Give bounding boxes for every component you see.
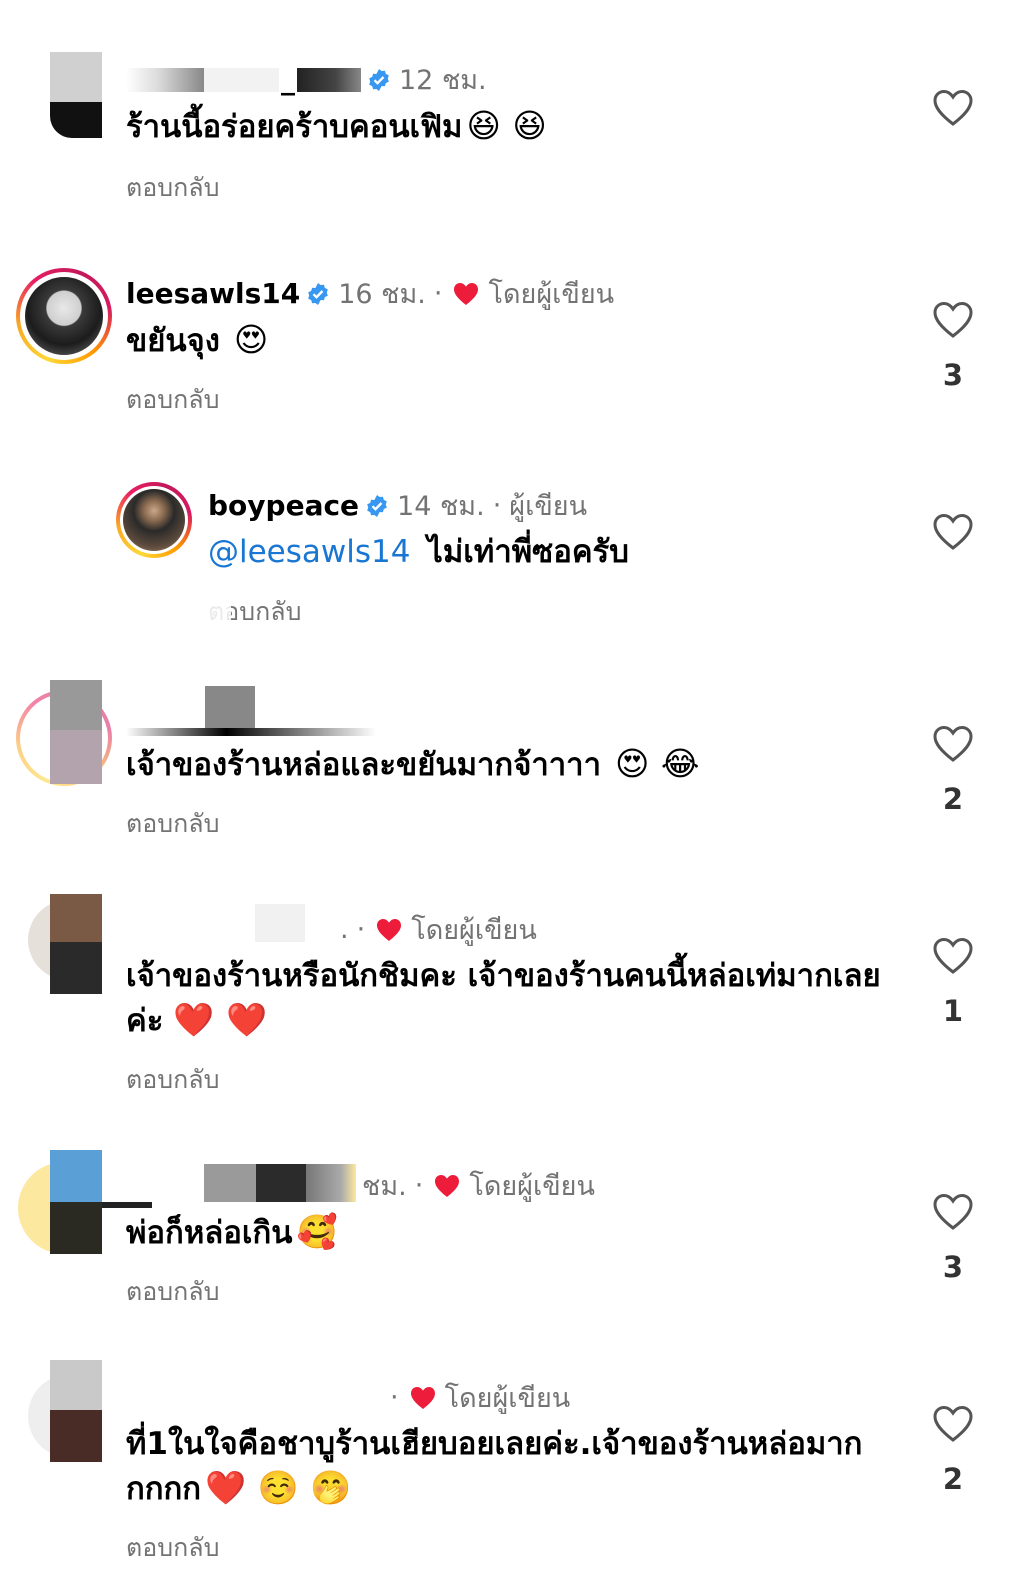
like-count: 2 bbox=[942, 1462, 964, 1496]
comment-meta: leesawls14 16 ชม. · โดยผู้เขียน bbox=[126, 272, 614, 315]
like-count: 2 bbox=[942, 782, 964, 816]
comment-text-line1: ที่1ในใจคือชาบูร้านเฮียบอยเลยค่ะ.เจ้าของ… bbox=[126, 1426, 863, 1462]
comment-time: . bbox=[340, 914, 349, 945]
like-heart-icon[interactable] bbox=[932, 936, 974, 976]
censored-username bbox=[256, 1164, 306, 1202]
username[interactable]: boypeace bbox=[208, 489, 359, 522]
comment-text: @leesawls14 ไม่เท่าพี่ซอครับ bbox=[208, 530, 629, 574]
username[interactable]: _ bbox=[281, 63, 295, 96]
avatar bbox=[25, 277, 103, 355]
comment-text-body: ไม่เท่าพี่ซอครับ bbox=[427, 534, 629, 570]
comment-text: เจ้าของร้านหรือนักชิมคะ เจ้าของร้านคนนี้… bbox=[126, 954, 881, 1043]
author-liked-heart-icon bbox=[454, 282, 479, 305]
censored-username bbox=[306, 1164, 356, 1202]
comment-emojis: 🥰 bbox=[296, 1212, 338, 1251]
verified-icon bbox=[308, 282, 329, 305]
comment-text: พ่อก็หล่อเกิน 🥰 bbox=[126, 1210, 338, 1255]
separator-dot: · bbox=[356, 914, 366, 945]
avatar-story-ring[interactable] bbox=[16, 268, 112, 364]
comment-text: ร้านนี้อร่อยคร้าบคอนเฟิม 😆 😆 bbox=[126, 104, 547, 149]
like-count: 1 bbox=[942, 994, 964, 1028]
author-tag: ผู้เขียน bbox=[509, 491, 588, 522]
censored-avatar bbox=[50, 1360, 102, 1410]
censored-avatar bbox=[50, 730, 102, 784]
like-count: 3 bbox=[942, 1250, 964, 1284]
censored-username bbox=[204, 1164, 256, 1202]
like-count: 3 bbox=[942, 358, 964, 392]
comment-text: ที่1ในใจคือชาบูร้านเฮียบอยเลยค่ะ.เจ้าของ… bbox=[126, 1422, 862, 1511]
censored-region bbox=[205, 590, 231, 620]
censored-username bbox=[126, 67, 204, 92]
author-liked-heart-icon bbox=[435, 1174, 460, 1197]
comment-text-body: ขยันจุง bbox=[126, 323, 220, 359]
reply-button[interactable]: ตอบกลับ bbox=[126, 168, 219, 208]
comment-time: ชม. bbox=[362, 1171, 407, 1202]
censored-username bbox=[204, 67, 279, 92]
like-heart-icon[interactable] bbox=[932, 1192, 974, 1232]
censored-avatar bbox=[50, 102, 102, 138]
comment-time: 12 ชม. bbox=[399, 65, 487, 96]
comment-text: เจ้าของร้านหล่อและขยันมากจ้าาาา 😍 😂 bbox=[126, 742, 699, 787]
comment-emojis: 😆 😆 bbox=[466, 106, 547, 145]
like-heart-icon[interactable] bbox=[932, 1404, 974, 1444]
comment-emojis: 😍 bbox=[233, 320, 269, 359]
verified-icon bbox=[367, 494, 387, 517]
like-heart-icon[interactable] bbox=[932, 300, 974, 340]
censored-avatar bbox=[50, 942, 102, 994]
mention-link[interactable]: @leesawls14 bbox=[208, 534, 410, 570]
comment-meta: ชม. · โดยผู้เขียน bbox=[362, 1164, 595, 1207]
censored-username bbox=[126, 728, 376, 736]
comment-emojis: ❤️ ❤️ bbox=[173, 1000, 268, 1039]
avatar bbox=[123, 489, 185, 551]
comment-text-line2: ค่ะ bbox=[126, 1003, 164, 1039]
censored-avatar bbox=[50, 1202, 102, 1254]
avatar-story-ring[interactable] bbox=[116, 482, 192, 558]
reply-button[interactable]: ตอบกลับ bbox=[126, 1060, 219, 1100]
username[interactable]: leesawls14 bbox=[126, 277, 300, 310]
like-heart-icon[interactable] bbox=[932, 512, 974, 552]
censored-avatar bbox=[50, 894, 102, 942]
author-badge: โดยผู้เขียน bbox=[488, 279, 615, 310]
separator-dot: · bbox=[492, 490, 502, 521]
comment-time: 16 ชม. bbox=[338, 279, 426, 310]
censored-avatar bbox=[50, 1410, 102, 1462]
comment-text-line2: กกกก bbox=[126, 1471, 202, 1507]
comment-emojis: ❤️ ☺️ 🤭 bbox=[205, 1468, 352, 1507]
comment-text-body: พ่อก็หล่อเกิน bbox=[126, 1215, 293, 1251]
comment-time: 14 ชม. bbox=[397, 491, 485, 522]
comment-text-line1: เจ้าของร้านหรือนักชิมคะ เจ้าของร้านคนนี้… bbox=[126, 958, 881, 994]
reply-button[interactable]: ตอบกลับ bbox=[126, 380, 219, 420]
comment-emojis: 😍 😂 bbox=[615, 744, 700, 783]
author-liked-heart-icon bbox=[410, 1386, 435, 1409]
comment-meta: · โดยผู้เขียน bbox=[382, 1376, 570, 1419]
censored-avatar bbox=[50, 52, 102, 102]
comment-meta: boypeace 14 ชม. · ผู้เขียน bbox=[208, 484, 587, 527]
comment-meta: _ 12 ชม. bbox=[126, 58, 487, 101]
censored-username bbox=[297, 67, 361, 92]
verified-icon bbox=[369, 68, 389, 91]
like-heart-icon[interactable] bbox=[932, 724, 974, 764]
censored-username bbox=[102, 1202, 152, 1208]
author-badge: โดยผู้เขียน bbox=[444, 1383, 571, 1414]
author-badge: โดยผู้เขียน bbox=[469, 1171, 595, 1202]
reply-button[interactable]: ตอบกลับ bbox=[126, 1272, 219, 1312]
censored-username bbox=[255, 904, 305, 942]
author-badge: โดยผู้เขียน bbox=[411, 915, 537, 946]
separator-dot: · bbox=[433, 278, 443, 309]
comment-text: ขยันจุง 😍 bbox=[126, 318, 268, 363]
censored-avatar bbox=[50, 680, 102, 730]
separator-dot: · bbox=[414, 1170, 424, 1201]
author-liked-heart-icon bbox=[377, 918, 402, 941]
like-heart-icon[interactable] bbox=[932, 88, 974, 128]
comment-text-body: เจ้าของร้านหล่อและขยันมากจ้าาาา bbox=[126, 747, 601, 783]
comment-meta: . · โดยผู้เขียน bbox=[340, 908, 537, 951]
censored-avatar bbox=[50, 1150, 102, 1202]
reply-button[interactable]: ตอบกลับ bbox=[126, 1528, 219, 1568]
reply-button[interactable]: ตอบกลับ bbox=[126, 804, 219, 844]
comment-text-body: ร้านนี้อร่อยคร้าบคอนเฟิม bbox=[126, 109, 463, 145]
separator-dot: · bbox=[390, 1382, 399, 1413]
